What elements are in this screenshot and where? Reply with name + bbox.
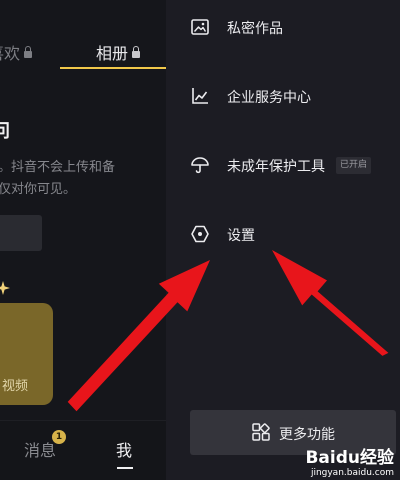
tab-likes-label: 喜欢 bbox=[0, 44, 21, 63]
umbrella-icon bbox=[191, 157, 209, 174]
hexagon-settings-icon bbox=[191, 225, 209, 243]
active-tab-indicator bbox=[60, 67, 166, 69]
nav-messages[interactable]: 消息 bbox=[24, 437, 56, 461]
description-line: 。抖音不会上传和备 bbox=[0, 160, 116, 175]
tab-album[interactable]: 相册 bbox=[96, 40, 141, 64]
private-photo-icon bbox=[191, 19, 209, 35]
nav-me[interactable]: 我 bbox=[116, 437, 132, 461]
menu-item-enterprise-center[interactable]: 企业服务中心 bbox=[166, 74, 400, 118]
sparkle-icon bbox=[0, 281, 10, 295]
section-heading: 问 bbox=[0, 121, 10, 142]
status-badge: 已开启 bbox=[336, 157, 372, 174]
grid-icon bbox=[252, 423, 270, 441]
lock-icon bbox=[132, 46, 141, 58]
bottom-nav: 消息 1 我 bbox=[0, 420, 166, 480]
menu-item-minor-protection[interactable]: 未成年保护工具 已开启 bbox=[166, 143, 400, 187]
menu-item-label: 企业服务中心 bbox=[227, 90, 311, 106]
tab-likes[interactable]: 喜欢 bbox=[0, 40, 33, 64]
menu-item-label: 设置 bbox=[227, 228, 255, 244]
album-action-button[interactable] bbox=[0, 215, 42, 251]
video-card-label: 视频 bbox=[2, 379, 29, 394]
menu-item-label: 私密作品 bbox=[227, 21, 283, 37]
active-nav-indicator bbox=[117, 467, 133, 469]
profile-page-background: 喜欢 相册 问 。抖音不会上传和备 仅对你可见。 视频 消息 1 我 bbox=[0, 0, 166, 480]
menu-item-label: 未成年保护工具 bbox=[227, 159, 325, 175]
side-drawer-menu: 私密作品 企业服务中心 未成年保护工具 已开启 设置 更多功能 bbox=[166, 0, 400, 480]
menu-item-private-works[interactable]: 私密作品 bbox=[166, 5, 400, 49]
video-card[interactable]: 视频 bbox=[0, 303, 53, 405]
description-line: 仅对你可见。 bbox=[0, 182, 77, 197]
tab-album-label: 相册 bbox=[96, 44, 129, 63]
messages-badge: 1 bbox=[52, 430, 66, 444]
chart-line-icon bbox=[192, 88, 208, 104]
menu-item-settings[interactable]: 设置 bbox=[166, 212, 400, 256]
lock-icon bbox=[24, 46, 33, 58]
more-features-label: 更多功能 bbox=[279, 427, 335, 443]
more-features-button[interactable]: 更多功能 bbox=[190, 410, 396, 455]
